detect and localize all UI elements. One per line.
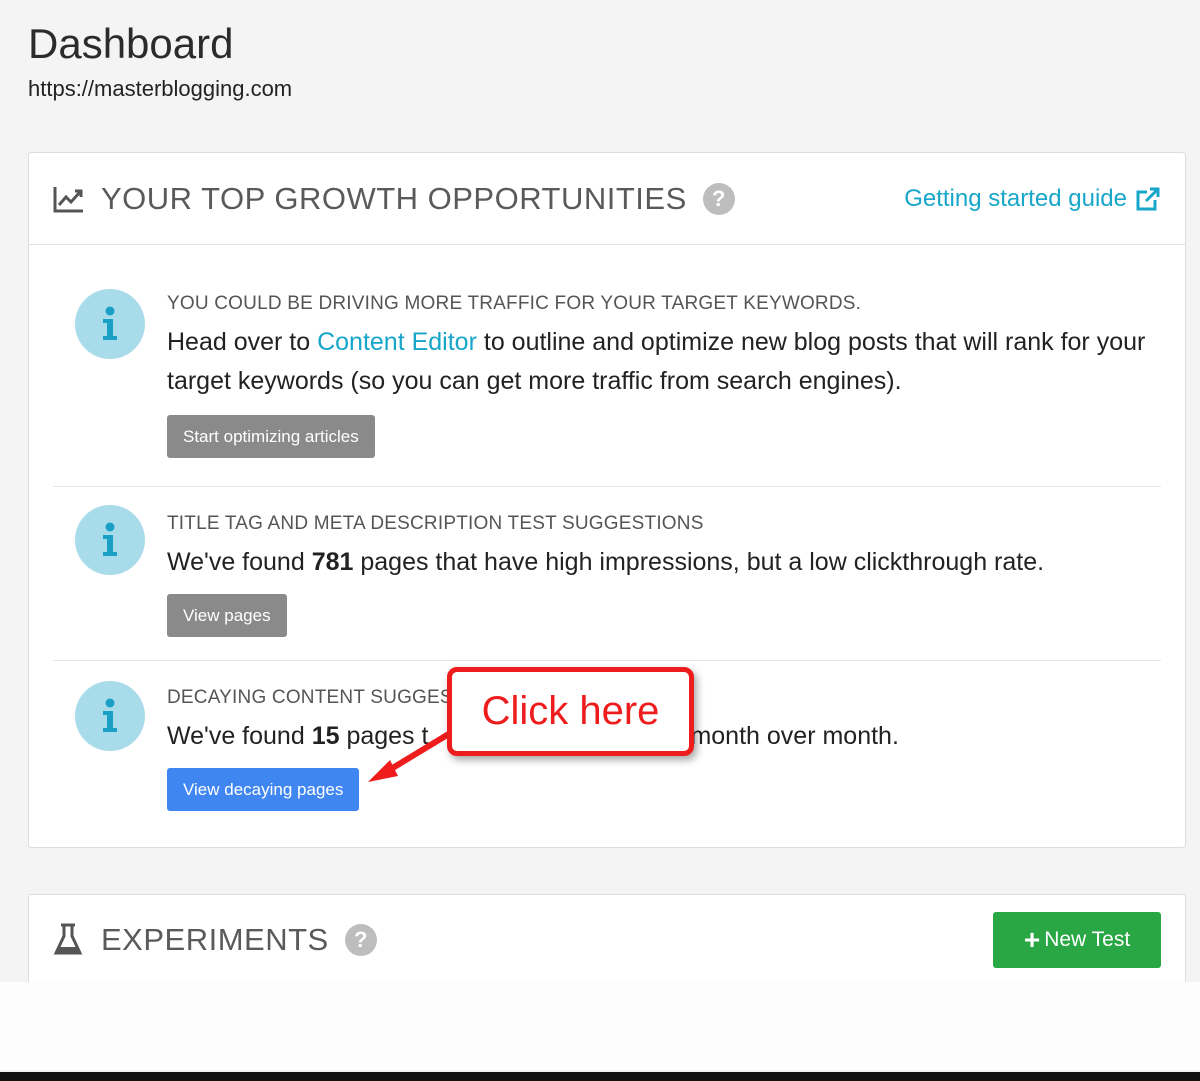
growth-panel-title: YOUR TOP GROWTH OPPORTUNITIES: [101, 180, 687, 216]
info-icon: [75, 505, 145, 575]
help-icon[interactable]: ?: [344, 924, 377, 956]
opportunity-item: TITLE TAG AND META DESCRIPTION TEST SUGG…: [53, 487, 1161, 661]
content-editor-link[interactable]: Content Editor: [317, 328, 477, 356]
new-test-button[interactable]: + New Test: [993, 912, 1161, 968]
site-url: https://masterblogging.com: [28, 76, 293, 101]
opportunity-text: We've found 781 pages that have high imp…: [167, 548, 1045, 576]
view-pages-button[interactable]: View pages: [167, 594, 287, 637]
new-test-label: New Test: [1044, 928, 1131, 951]
info-icon: [75, 289, 145, 359]
getting-started-guide-link[interactable]: Getting started guide: [904, 185, 1161, 213]
page-title: Dashboard: [28, 20, 234, 67]
experiments-title: EXPERIMENTS: [101, 922, 329, 957]
external-link-icon: [1136, 187, 1160, 210]
callout-arrow-icon: [368, 729, 454, 782]
experiments-header: EXPERIMENTS ? + New Test: [29, 895, 1185, 985]
click-here-callout: Click here: [447, 667, 694, 756]
page-count: 15: [311, 722, 340, 750]
view-decaying-pages-button[interactable]: View decaying pages: [167, 768, 360, 811]
page-bottom-area: [0, 982, 1200, 1070]
opportunity-item: YOU COULD BE DRIVING MORE TRAFFIC FOR YO…: [53, 245, 1161, 487]
flask-icon: [53, 923, 87, 957]
guide-link-label: Getting started guide: [904, 184, 1127, 212]
growth-panel-header: YOUR TOP GROWTH OPPORTUNITIES ? Getting …: [29, 153, 1185, 245]
plus-icon: +: [1023, 924, 1041, 955]
start-optimizing-button[interactable]: Start optimizing articles: [167, 415, 375, 458]
bottom-border: [0, 1072, 1200, 1081]
page-header: Dashboard https://masterblogging.com: [28, 18, 292, 102]
trend-chart-icon: [53, 182, 87, 216]
help-icon[interactable]: ?: [702, 182, 735, 215]
opportunity-heading: YOU COULD BE DRIVING MORE TRAFFIC FOR YO…: [167, 293, 862, 314]
opportunity-heading: TITLE TAG AND META DESCRIPTION TEST SUGG…: [167, 513, 704, 534]
info-icon: [75, 681, 145, 751]
page-count: 781: [311, 548, 354, 576]
experiments-panel: EXPERIMENTS ? + New Test: [28, 894, 1186, 994]
opportunity-text: Head over to Content Editor to outline a…: [167, 328, 1146, 395]
